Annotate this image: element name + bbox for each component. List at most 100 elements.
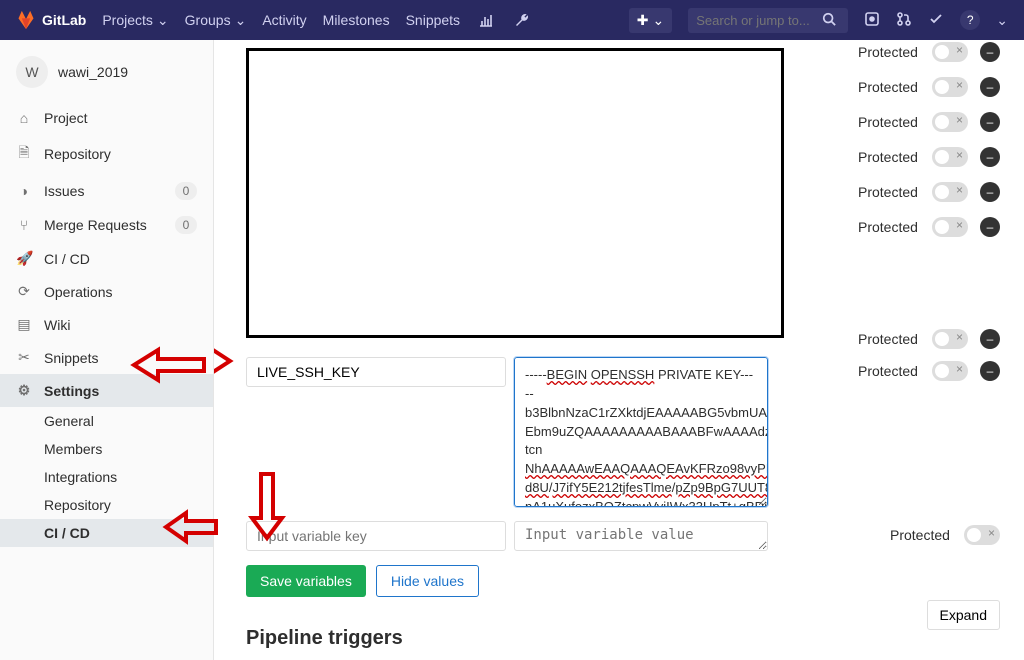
- project-sidebar: W wawi_2019 ⌂ Project 🗎Repository ◑ Issues…: [0, 40, 214, 660]
- hide-values-button[interactable]: Hide values: [376, 565, 479, 597]
- sidebar-item-merge-requests[interactable]: ⑂ Merge Requests 0: [0, 208, 213, 242]
- protected-toggle[interactable]: ×: [932, 329, 968, 349]
- sidebar-item-label: Snippets: [44, 350, 98, 366]
- sidebar-item-label: Issues: [44, 183, 84, 199]
- protected-toggle[interactable]: ×: [932, 147, 968, 167]
- protected-label: Protected: [858, 79, 920, 95]
- issues-icon[interactable]: [864, 11, 880, 30]
- remove-variable-button[interactable]: –: [980, 42, 1000, 62]
- sidebar-item-project[interactable]: ⌂ Project: [0, 102, 213, 134]
- sidebar-item-wiki[interactable]: ▤Wiki: [0, 308, 213, 341]
- tanuki-icon: [16, 10, 36, 30]
- sidebar-item-issues[interactable]: ◑ Issues 0: [0, 174, 213, 208]
- activity-chart-icon[interactable]: [476, 12, 496, 28]
- project-name: wawi_2019: [58, 64, 128, 80]
- merge-icon: ⑂: [16, 217, 32, 233]
- redacted-area: [246, 48, 784, 338]
- protected-toggle[interactable]: ×: [932, 182, 968, 202]
- nav-groups[interactable]: Groups ⌄: [185, 12, 247, 29]
- expand-pipeline-triggers-button[interactable]: Expand: [927, 600, 1000, 630]
- todos-icon[interactable]: [928, 11, 944, 30]
- brand-text: GitLab: [42, 12, 86, 28]
- variable-key-input[interactable]: [246, 521, 506, 551]
- sidebar-item-label: CI / CD: [44, 251, 90, 267]
- badge: 0: [175, 216, 197, 234]
- gitlab-logo[interactable]: GitLab: [16, 10, 86, 30]
- sidebar-item-label: Operations: [44, 284, 112, 300]
- top-navbar: GitLab Projects ⌄ Groups ⌄ Activity Mile…: [0, 0, 1024, 40]
- sidebar-item-operations[interactable]: ⟳ Operations: [0, 275, 213, 308]
- nav-activity[interactable]: Activity: [262, 12, 306, 28]
- search-input[interactable]: [696, 13, 816, 28]
- protected-toggle[interactable]: ×: [964, 525, 1000, 545]
- remove-variable-button[interactable]: –: [980, 112, 1000, 132]
- protected-label: Protected: [858, 219, 920, 235]
- issues-icon: ◑: [16, 183, 32, 199]
- remove-variable-button[interactable]: –: [980, 361, 1000, 381]
- sidebar-item-settings[interactable]: ⚙Settings: [0, 374, 213, 407]
- pipeline-triggers-description: Triggers can force a specific branch or …: [246, 656, 926, 660]
- new-dropdown[interactable]: ✚⌄: [629, 8, 672, 33]
- remove-variable-button[interactable]: –: [980, 77, 1000, 97]
- sidebar-item-cicd[interactable]: 🚀 CI / CD: [0, 242, 213, 275]
- settings-general[interactable]: General: [0, 407, 213, 435]
- settings-cicd[interactable]: CI / CD: [0, 519, 213, 547]
- variable-row-controls: Protected×–: [858, 147, 1000, 167]
- sidebar-item-snippets[interactable]: ✂ Snippets: [0, 341, 213, 374]
- sidebar-item-label: Merge Requests: [44, 217, 147, 233]
- variable-value-textarea[interactable]: -----BEGIN OPENSSH PRIVATE KEY----- b3Bl…: [514, 357, 768, 507]
- protected-label: Protected: [858, 363, 920, 379]
- variable-row-controls: Protected ×–: [858, 182, 1000, 202]
- protected-toggle[interactable]: ×: [932, 77, 968, 97]
- protected-toggle[interactable]: ×: [932, 42, 968, 62]
- wrench-icon[interactable]: [512, 12, 532, 28]
- variable-row-blank: Protected ×: [246, 521, 1000, 551]
- sidebar-item-label: Repository: [44, 146, 111, 162]
- book-icon: ▤: [16, 316, 32, 333]
- save-variables-button[interactable]: Save variables: [246, 565, 366, 597]
- pipeline-triggers-title: Pipeline triggers: [246, 627, 1000, 650]
- protected-label: Protected: [858, 44, 920, 60]
- badge: 0: [175, 182, 197, 200]
- sidebar-item-repository[interactable]: 🗎Repository: [0, 134, 213, 174]
- settings-members[interactable]: Members: [0, 435, 213, 463]
- chevron-down-icon: ⌄: [653, 12, 665, 29]
- protected-label: Protected: [858, 114, 920, 130]
- remove-variable-button[interactable]: –: [980, 329, 1000, 349]
- home-icon: ⌂: [16, 110, 32, 126]
- sidebar-item-label: Project: [44, 110, 88, 126]
- variable-key-input[interactable]: [246, 357, 506, 387]
- chevron-down-icon: ⌄: [235, 12, 247, 29]
- settings-repository[interactable]: Repository: [0, 491, 213, 519]
- protected-label: Protected: [858, 331, 920, 347]
- nav-snippets[interactable]: Snippets: [406, 12, 460, 28]
- annotation-arrow: [214, 348, 230, 377]
- search-icon: [822, 12, 836, 29]
- scissors-icon: ✂: [16, 349, 32, 366]
- chevron-down-icon: ⌄: [996, 12, 1008, 29]
- nav-milestones[interactable]: Milestones: [323, 12, 390, 28]
- remove-variable-button[interactable]: –: [980, 182, 1000, 202]
- variables-actions: Save variables Hide values: [246, 565, 1000, 597]
- project-header[interactable]: W wawi_2019: [0, 48, 213, 102]
- remove-variable-button[interactable]: –: [980, 147, 1000, 167]
- project-avatar: W: [16, 56, 48, 88]
- plus-icon: ✚: [637, 12, 649, 29]
- protected-label: Protected: [890, 527, 952, 543]
- sidebar-item-label: Settings: [44, 383, 99, 399]
- protected-toggle[interactable]: ×: [932, 361, 968, 381]
- merge-requests-icon[interactable]: [896, 11, 912, 30]
- protected-toggle[interactable]: ×: [932, 217, 968, 237]
- operations-icon: ⟳: [16, 283, 32, 300]
- remove-variable-button[interactable]: –: [980, 217, 1000, 237]
- variable-value-input[interactable]: [514, 521, 768, 551]
- settings-integrations[interactable]: Integrations: [0, 463, 213, 491]
- global-search[interactable]: [688, 8, 848, 33]
- help-icon[interactable]: ?: [960, 10, 980, 30]
- protected-toggle[interactable]: ×: [932, 112, 968, 132]
- rocket-icon: 🚀: [16, 250, 32, 267]
- chevron-down-icon: ⌄: [157, 12, 169, 29]
- nav-projects[interactable]: Projects ⌄: [102, 12, 168, 29]
- protected-label: Protected: [858, 184, 920, 200]
- variable-row-controls: Protected ×–: [858, 77, 1000, 97]
